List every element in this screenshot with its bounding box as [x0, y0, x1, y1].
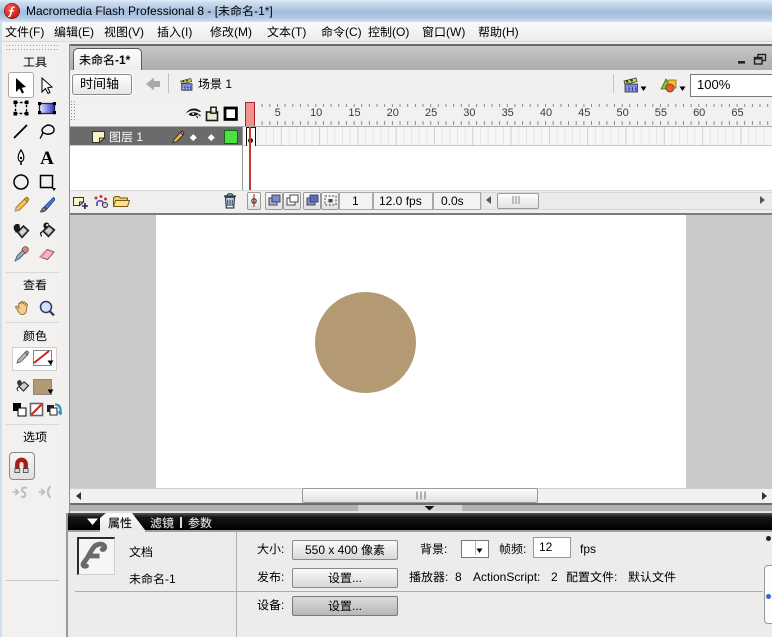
- svg-text:A: A: [40, 148, 54, 168]
